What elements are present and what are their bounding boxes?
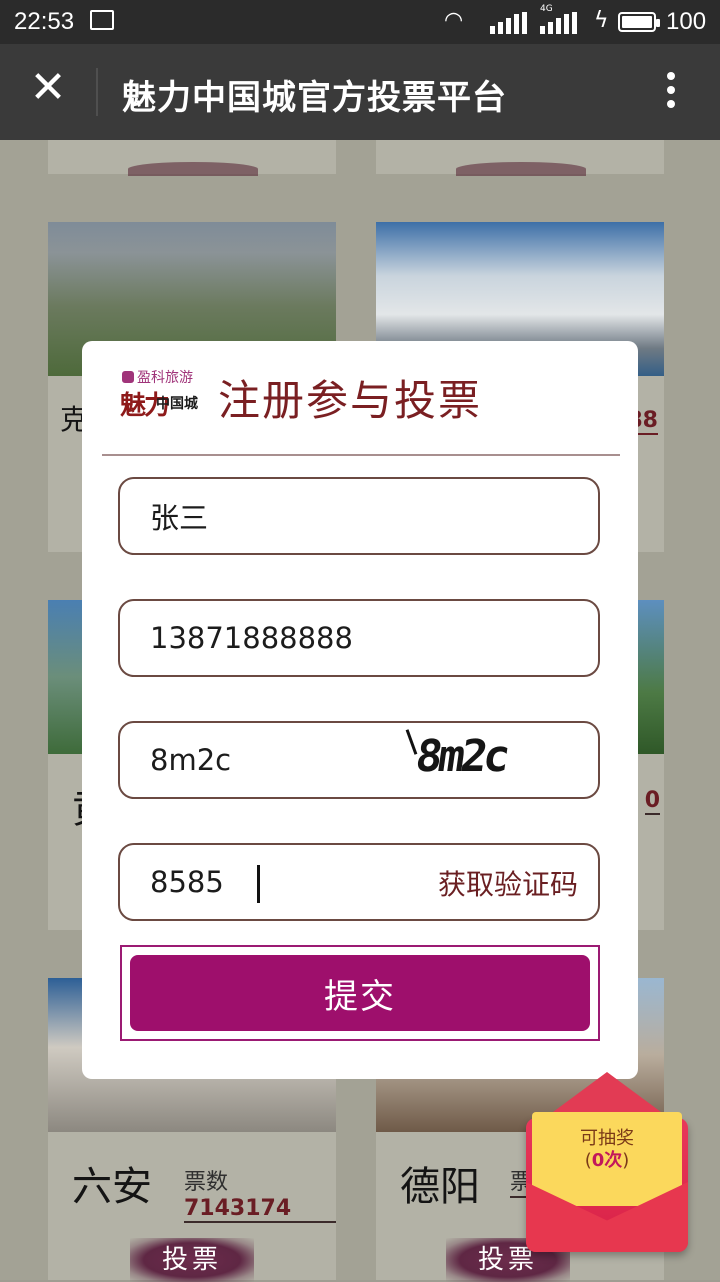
lottery-count: (0次)	[584, 1150, 630, 1171]
modal-heading: 注册参与投票	[218, 376, 483, 425]
city-card	[48, 140, 336, 176]
signal-4g-icon	[540, 12, 577, 34]
text-cursor	[257, 865, 260, 903]
status-bar: 22:53 ◠ 4G ϟ 100	[0, 0, 720, 44]
brand-company: 盈科旅游	[122, 367, 193, 387]
wifi-icon: ◠	[444, 8, 464, 33]
title-divider	[96, 68, 98, 116]
brand-logo: 盈科旅游 魅力 中国城	[120, 367, 200, 437]
captcha-input[interactable]	[150, 723, 350, 797]
lottery-envelope[interactable]: 可抽奖 (0次)	[526, 1072, 688, 1252]
get-sms-code-button[interactable]: 获取验证码	[438, 863, 578, 903]
modal-divider	[102, 454, 620, 456]
sms-code-input[interactable]	[150, 845, 350, 919]
brand-sub: 中国城	[156, 396, 198, 412]
title-bar: ✕ 魅力中国城官方投票平台	[0, 44, 720, 140]
vote-button[interactable]: 投票	[130, 1238, 254, 1282]
vote-count: 0	[644, 788, 660, 815]
register-vote-modal: 盈科旅游 魅力 中国城 注册参与投票 8m2c 获取验证码 提交	[82, 341, 638, 1079]
status-time: 22:53	[14, 8, 75, 35]
phone-field[interactable]	[118, 599, 600, 677]
image-notification-icon	[90, 10, 114, 30]
captcha-field[interactable]: 8m2c	[118, 721, 600, 799]
name-input[interactable]	[150, 479, 400, 553]
captcha-image[interactable]: 8m2c	[405, 727, 580, 795]
battery-level: 100	[666, 8, 707, 35]
close-icon[interactable]: ✕	[28, 66, 68, 110]
city-name: 六安	[72, 1164, 152, 1210]
vote-count: 票数 7143174	[184, 1164, 336, 1223]
signal-icon	[490, 12, 527, 34]
city-name: 德阳	[400, 1164, 480, 1210]
vote-count-label: 票数	[184, 1170, 229, 1195]
battery-icon	[618, 12, 660, 32]
name-field[interactable]	[118, 477, 600, 555]
phone-input[interactable]	[150, 601, 400, 675]
city-card	[376, 140, 664, 176]
sms-code-field[interactable]: 获取验证码	[118, 843, 600, 921]
brand-mark-icon	[122, 371, 134, 383]
more-vertical-icon[interactable]	[656, 72, 686, 112]
lottery-count-value: 0次	[591, 1150, 623, 1171]
page-title: 魅力中国城官方投票平台	[122, 78, 507, 118]
captcha-image-text: 8m2c	[412, 731, 510, 782]
submit-button-frame: 提交	[120, 945, 600, 1041]
charging-icon: ϟ	[594, 8, 609, 33]
submit-button[interactable]: 提交	[130, 955, 590, 1031]
vote-count-value: 7143174	[184, 1196, 292, 1221]
